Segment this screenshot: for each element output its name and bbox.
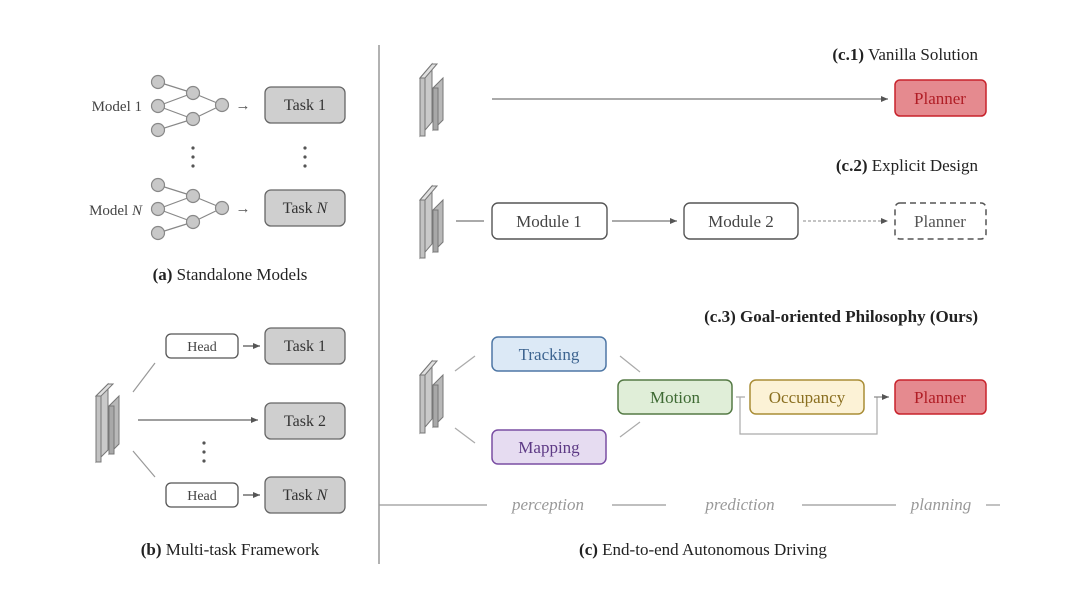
stage-prediction: prediction [704,495,774,514]
panel-b: Head Task 1 Task 2 Head Task N (b) Multi… [94,327,346,559]
task-1-label: Task 1 [284,97,326,114]
neural-net-icon-n [150,177,230,241]
task-n-label: Task N [283,200,329,217]
feature-map-icon [94,382,120,464]
c2-title: (c.2) Explicit Design [836,156,979,175]
stage-perception: perception [511,495,584,514]
arrow-glyph: → [236,98,251,114]
mapping-label: Mapping [518,438,580,457]
arrow-glyph: → [236,201,251,217]
task-1-label-b: Task 1 [284,338,326,355]
planner-label-c2: Planner [914,212,966,231]
c3-title: (c.3) Goal-oriented Philosophy (Ours) [704,307,978,326]
head-label-n: Head [187,489,217,504]
module-2-label: Module 2 [708,212,774,231]
planner-label-c3: Planner [914,388,966,407]
c1-title: (c.1) Vanilla Solution [832,45,978,64]
occupancy-label: Occupancy [769,388,846,407]
planner-label-c1: Planner [914,89,966,108]
caption-c: (c) End-to-end Autonomous Driving [579,540,827,559]
model-1-label: Model 1 [92,99,142,115]
neural-net-icon-1 [150,74,230,138]
feature-map-icon-c1 [418,62,444,138]
feature-map-icon-c3 [418,359,444,435]
caption-b: (b) Multi-task Framework [141,540,320,559]
head-label-1: Head [187,340,217,355]
caption-a: (a) Standalone Models [153,265,308,284]
panel-a: Model 1 → Task 1 Model N → Task N (a) St… [89,74,346,284]
panel-c: (c.1) Vanilla Solution Planner (c.2) Exp… [379,45,1000,559]
tracking-label: Tracking [519,345,580,364]
ellipsis-dots [191,146,307,168]
motion-label: Motion [650,388,701,407]
module-1-label: Module 1 [516,212,582,231]
diagram-canvas: Model 1 → Task 1 Model N → Task N (a) St… [89,45,1000,564]
ellipsis-dots-b [202,441,206,463]
task-2-label: Task 2 [284,413,326,430]
task-n-label-b: Task N [283,487,329,504]
feature-map-icon-c2 [418,184,444,260]
stage-planning: planning [910,495,971,514]
model-n-label: Model N [89,203,143,219]
